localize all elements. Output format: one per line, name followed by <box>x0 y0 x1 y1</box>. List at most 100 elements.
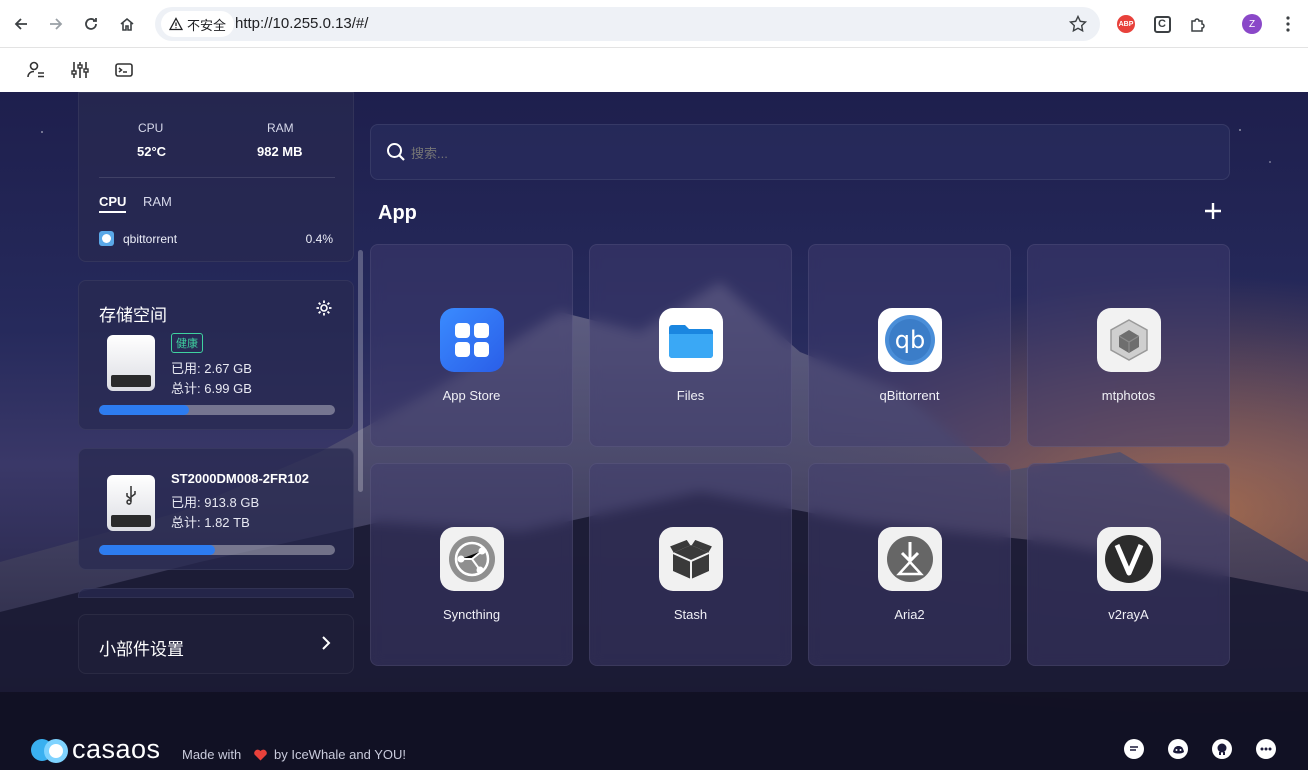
home-icon <box>120 17 134 31</box>
github-icon <box>1217 743 1227 755</box>
url-text[interactable]: http://10.255.0.13/#/ <box>235 15 368 32</box>
arrow-left-icon <box>14 18 27 30</box>
bookmark-star-icon[interactable] <box>1068 14 1088 34</box>
app-label: Stash <box>673 607 708 622</box>
forward-button[interactable] <box>43 11 69 37</box>
reload-button[interactable] <box>78 11 104 37</box>
cpu-temperature: 52°C <box>137 144 167 159</box>
more-button[interactable] <box>1256 739 1276 759</box>
extensions-button[interactable] <box>1187 13 1209 35</box>
discord-icon <box>1172 746 1184 754</box>
profile-button[interactable]: Z <box>1241 13 1263 35</box>
app-tile-syncthing[interactable]: Syncthing <box>370 463 573 666</box>
drive-usage-bar <box>99 545 335 555</box>
folder-icon <box>659 308 723 372</box>
app-tile-aria2[interactable]: Aria2 <box>808 463 1011 666</box>
app-label: qBittorrent <box>879 388 940 403</box>
drive-total: 总计: 6.99 GB <box>171 381 252 396</box>
arrow-right-icon <box>50 18 63 30</box>
github-button[interactable] <box>1212 739 1232 759</box>
warning-icon <box>169 17 183 31</box>
ram-usage: 982 MB <box>257 144 303 159</box>
app-tile-app-store[interactable]: App Store <box>370 244 573 447</box>
search-icon <box>387 143 405 161</box>
kebab-menu-icon <box>1286 16 1290 32</box>
v2raya-icon <box>1097 527 1161 591</box>
cpu-label: CPU <box>138 121 164 135</box>
process-name: qbittorrent <box>123 232 178 246</box>
drive-usage-bar <box>99 405 335 415</box>
external-drive-card: ST2000DM008-2FR102 已用: 913.8 GB 总计: 1.82… <box>78 448 354 570</box>
app-label: Syncthing <box>442 607 501 622</box>
feedback-button[interactable] <box>1124 739 1144 759</box>
sliders-icon[interactable] <box>70 60 90 80</box>
drive-name: ST2000DM008-2FR102 <box>171 471 310 486</box>
user-settings-icon[interactable] <box>26 60 46 80</box>
discord-button[interactable] <box>1168 739 1188 759</box>
search-input[interactable] <box>411 143 1191 163</box>
security-chip[interactable]: 不安全 <box>161 11 235 37</box>
app-tile-mtphotos[interactable]: mtphotos <box>1027 244 1230 447</box>
app-label: mtphotos <box>1101 388 1156 403</box>
casaos-logo[interactable]: casaos <box>30 734 161 765</box>
tab-cpu[interactable]: CPU <box>99 194 127 213</box>
storage-title: 存储空间 <box>99 306 167 325</box>
drive-used: 已用: 913.8 GB <box>171 495 260 510</box>
logo-text: casaos <box>72 734 161 764</box>
divider <box>99 177 335 178</box>
process-usage: 0.4% <box>305 232 333 246</box>
security-label: 不安全 <box>187 17 227 33</box>
usb-drive-icon <box>107 475 155 531</box>
made-with-text: Made with <box>182 747 242 762</box>
ram-label: RAM <box>267 121 294 135</box>
health-badge: 健康 <box>171 333 203 353</box>
adblock-extension[interactable]: ABP <box>1115 13 1137 35</box>
app-label: Files <box>676 388 705 403</box>
qbittorrent-small-icon <box>99 231 114 246</box>
app-tile-files[interactable]: Files <box>589 244 792 447</box>
syncthing-icon <box>440 527 504 591</box>
usb-icon <box>126 486 136 505</box>
tab-ram[interactable]: RAM <box>143 194 172 209</box>
back-button[interactable] <box>8 11 34 37</box>
abp-icon: ABP <box>1117 15 1135 33</box>
drive-total: 总计: 1.82 TB <box>171 515 250 530</box>
widget-settings-label: 小部件设置 <box>99 640 184 659</box>
app-toolbar <box>0 48 1308 92</box>
svg-text:qb: qb <box>895 326 925 354</box>
drive-used: 已用: 2.67 GB <box>171 361 252 376</box>
c-icon: C <box>1153 15 1171 33</box>
avatar: Z <box>1242 14 1262 34</box>
chevron-right-icon <box>322 636 331 650</box>
aria2-icon <box>878 527 942 591</box>
c-extension[interactable]: C <box>1151 13 1173 35</box>
gear-icon[interactable] <box>315 299 333 317</box>
app-tile-qbittorrent[interactable]: qb qBittorrent <box>808 244 1011 447</box>
app-label: Aria2 <box>894 607 925 622</box>
sidebar-scrollbar[interactable] <box>358 250 363 492</box>
address-bar[interactable]: 不安全 http://10.255.0.13/#/ <box>155 7 1100 41</box>
search-bar[interactable] <box>370 124 1230 180</box>
next-card-edge <box>78 588 354 598</box>
add-app-button[interactable] <box>1204 202 1222 220</box>
system-drive-icon <box>107 335 155 391</box>
by-text: by IceWhale and YOU! <box>274 747 406 762</box>
browser-menu-button[interactable] <box>1277 13 1299 35</box>
app-tile-stash[interactable]: Stash <box>589 463 792 666</box>
app-label: v2rayA <box>1108 607 1149 622</box>
browser-chrome: 不安全 http://10.255.0.13/#/ ABP C Z <box>0 0 1308 48</box>
system-status-card: CPU 52°C RAM 982 MB CPU RAM qbittorrent … <box>78 92 354 262</box>
puzzle-icon <box>1191 18 1205 32</box>
more-dots-icon <box>1260 747 1272 751</box>
terminal-icon[interactable] <box>114 60 134 80</box>
storage-card: 存储空间 健康 已用: 2.67 GB 总计: 6.99 GB <box>78 280 354 430</box>
drive-usage-fill <box>99 405 189 415</box>
widget-settings-button[interactable]: 小部件设置 <box>78 614 354 674</box>
qbittorrent-icon: qb <box>878 308 942 372</box>
home-button[interactable] <box>114 11 140 37</box>
app-store-icon <box>440 308 504 372</box>
box-icon <box>659 527 723 591</box>
cloud-logo-icon <box>31 738 68 763</box>
app-tile-v2raya[interactable]: v2rayA <box>1027 463 1230 666</box>
reload-icon <box>85 18 97 30</box>
